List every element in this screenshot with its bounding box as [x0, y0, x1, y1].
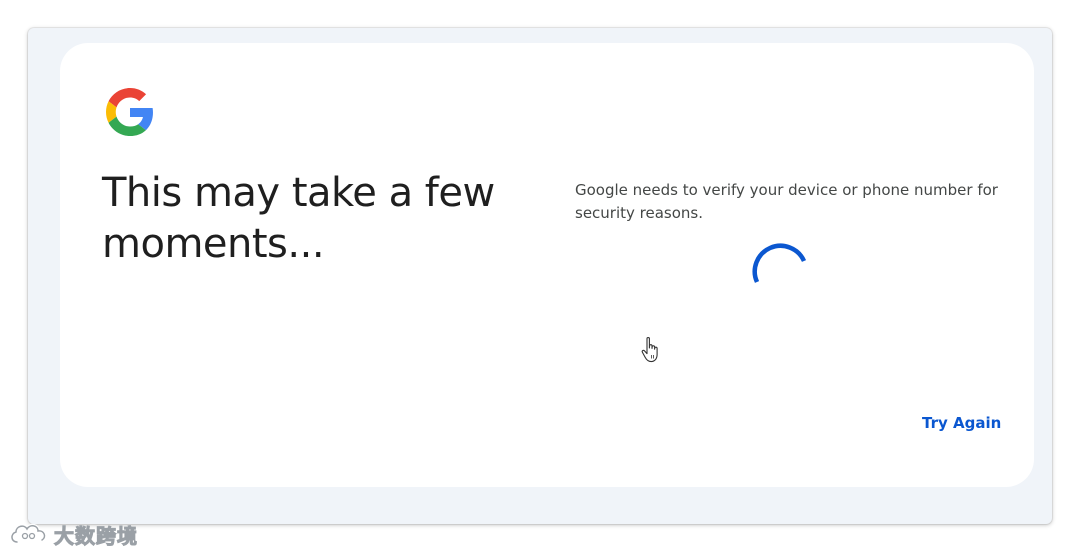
page-title: This may take a few moments... [102, 170, 495, 267]
watermark: 大数跨境 [8, 519, 138, 549]
hand-pointer-cursor-icon [641, 337, 658, 363]
loading-spinner-icon [752, 243, 807, 283]
google-logo-icon [106, 88, 153, 136]
watermark-text: 大数跨境 [54, 523, 138, 548]
verification-message: Google needs to verify your device or ph… [575, 181, 998, 222]
try-again-button[interactable]: Try Again [906, 408, 1017, 438]
cloud-logo-icon [10, 523, 47, 544]
